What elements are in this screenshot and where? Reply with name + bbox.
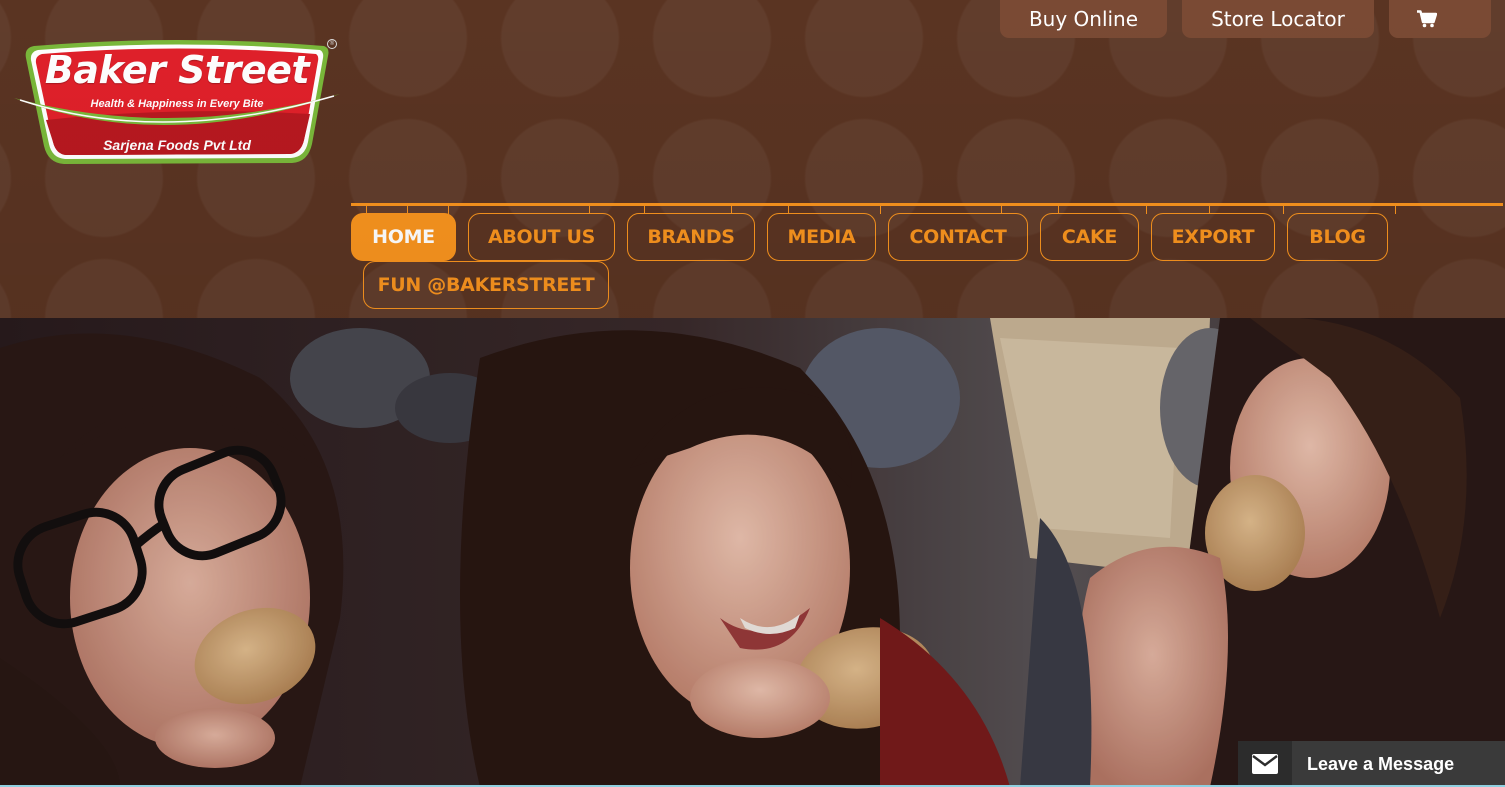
nav-item-brands[interactable]: BRANDS [627, 213, 755, 261]
cart-button[interactable] [1389, 0, 1491, 38]
nav-item-fun-at-bakerstreet[interactable]: FUN @BAKERSTREET [363, 261, 609, 309]
nav-divider-tick [1146, 206, 1147, 214]
logo-brand-text: Baker Street [44, 48, 310, 92]
registered-mark: ® [327, 39, 337, 49]
nav-divider-tick [1395, 206, 1396, 214]
hero-banner-image [0, 318, 1505, 787]
nav-item-export[interactable]: EXPORT [1151, 213, 1275, 261]
hero-banner [0, 318, 1505, 787]
store-locator-button[interactable]: Store Locator [1182, 0, 1374, 38]
envelope-icon [1252, 754, 1278, 774]
nav-item-home[interactable]: HOME [351, 213, 456, 261]
nav-divider-tick [880, 206, 881, 214]
leave-a-message-widget[interactable]: Leave a Message [1238, 741, 1505, 787]
buy-online-button[interactable]: Buy Online [1000, 0, 1167, 38]
shopping-cart-icon [1417, 10, 1438, 28]
nav-item-blog[interactable]: BLOG [1287, 213, 1388, 261]
buy-online-label: Buy Online [1028, 7, 1139, 31]
page: Baker Street Health & Happiness in Every… [0, 0, 1505, 787]
nav-divider-tick [1283, 206, 1284, 214]
nav-item-about-us[interactable]: ABOUT US [468, 213, 615, 261]
site-logo[interactable]: Baker Street Health & Happiness in Every… [12, 36, 342, 166]
leave-a-message-label: Leave a Message [1307, 754, 1455, 774]
store-locator-label: Store Locator [1211, 7, 1345, 31]
chat-icon-box [1238, 741, 1292, 787]
nav-item-contact[interactable]: CONTACT [888, 213, 1028, 261]
nav-item-media[interactable]: MEDIA [767, 213, 876, 261]
nav-item-cake[interactable]: CAKE [1040, 213, 1139, 261]
site-header: Baker Street Health & Happiness in Every… [0, 0, 1505, 318]
nav-divider-line [351, 203, 1503, 206]
logo-tagline: Health & Happiness in Every Bite [90, 98, 264, 110]
logo-company-name: Sarjena Foods Pvt Ltd [103, 137, 251, 153]
